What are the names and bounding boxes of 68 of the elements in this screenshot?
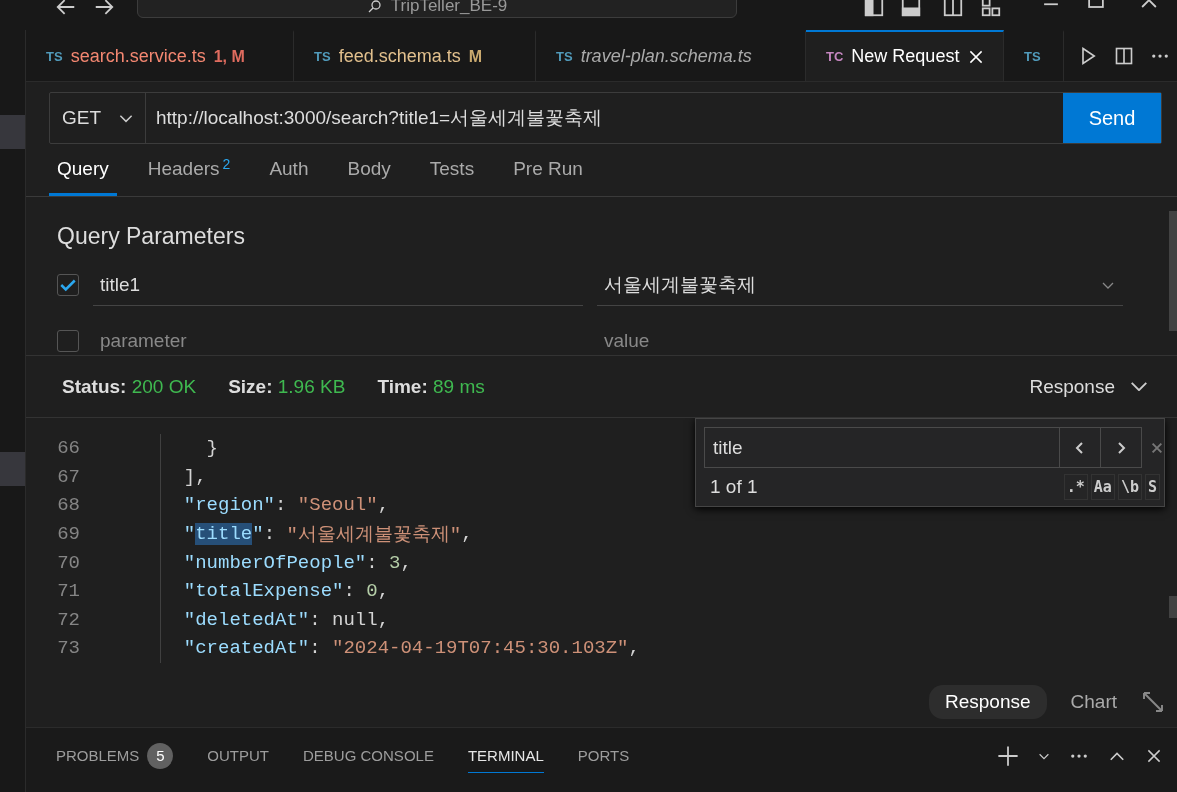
code-line: "deletedAt": null, [160,605,390,635]
file-type-icon: TS [46,49,63,64]
status-item: Status: 200 OK [62,375,197,398]
parameter-name-field[interactable]: title1 [93,264,583,306]
code-line: "region": "Seoul", [160,491,390,520]
tab-status: 1, M [213,47,245,66]
tab-label: feed.schema.ts [338,46,461,67]
tab-label: travel-plan.schema.ts [580,46,752,67]
search-option-toggle[interactable]: .* [1063,474,1088,500]
code-line: "numberOfPeople": 3, [160,548,412,577]
line-number: 68 [56,494,80,517]
request-tab[interactable]: Body [339,144,399,196]
line-number: 72 [56,608,80,631]
file-type-icon: TS [314,49,331,64]
checkbox[interactable] [57,274,79,296]
close-icon[interactable] [1145,747,1163,765]
tab-label: New Request [851,46,960,67]
scrollbar[interactable] [1169,596,1177,618]
request-tab[interactable]: Query [49,144,117,196]
line-number: 67 [56,465,80,488]
request-tab[interactable]: Auth [261,144,317,196]
response-view-select[interactable]: Response [1029,375,1147,398]
sidebar-layout-icon[interactable] [863,0,885,18]
panel-tab[interactable]: OUTPUT [207,739,270,773]
line-number: 70 [56,551,80,574]
request-tab[interactable]: Pre Run [505,144,591,196]
parameter-value-field[interactable]: 서울세계불꽃축제 [597,264,1123,306]
tab-status: M [468,47,482,66]
search-option-toggle[interactable]: Aa [1090,474,1115,500]
panel-layout-icon[interactable] [900,0,922,18]
expand-icon[interactable] [1141,689,1165,714]
parameter-name-field[interactable]: parameter [93,320,583,355]
panel-tab[interactable]: DEBUG CONSOLE [303,739,434,773]
plus-icon[interactable] [997,745,1019,767]
panel-tab[interactable]: TERMINAL [467,739,544,773]
split-layout-icon[interactable] [942,0,964,18]
scrollbar[interactable] [1169,211,1177,331]
parameter-value-field[interactable]: value [597,320,1123,355]
checkbox[interactable] [57,330,79,352]
chevron-down-icon [1131,382,1147,391]
status-item: Time: 89 ms [377,375,485,398]
code-line: "title": "서울세계불꽃축제", [160,519,473,549]
section-title: Query Parameters [57,223,246,250]
response-tab[interactable]: Response [928,684,1047,719]
file-type-icon: TS [556,49,573,64]
code-line: "totalExpense": 0, [160,576,390,606]
file-type-icon: TS [1024,49,1041,64]
status-item: Size: 1.96 KB [228,375,346,398]
code-line: ], [160,462,207,492]
editor-tab[interactable]: TC New Request [806,30,1004,81]
request-tab[interactable]: Tests [421,144,483,196]
split-editor-icon[interactable] [1114,45,1134,66]
response-tab[interactable]: Chart [1054,684,1133,719]
code-line: } [160,434,218,463]
match-count: 1 of 1 [710,476,759,498]
code-line: "createdAt": "2024-04-19T07:45:30.103Z", [160,634,640,663]
panel-tab[interactable]: PORTS [577,739,630,773]
file-type-icon: TC [826,49,844,64]
line-number: 73 [56,637,80,660]
search-option-toggle[interactable]: S [1144,474,1160,500]
tab-label: search.service.ts [70,46,206,67]
line-number: 71 [56,580,80,603]
search-icon[interactable] [366,0,383,15]
line-number: 69 [56,523,80,546]
customize-layout-icon[interactable] [980,0,1002,18]
panel-tab[interactable]: PROBLEMS 5 [56,739,174,773]
search-option-toggle[interactable]: \b [1117,474,1142,500]
line-number: 66 [56,437,80,460]
